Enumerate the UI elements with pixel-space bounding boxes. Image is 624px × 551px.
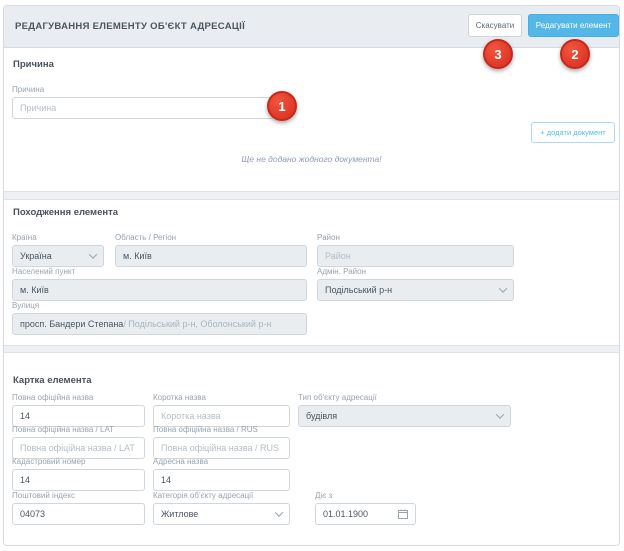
section-divider [4, 345, 619, 353]
address-name-label: Адресна назва [153, 457, 290, 467]
edit-address-object-panel: РЕДАГУВАННЯ ЕЛЕМЕНТУ ОБ'ЄКТ АДРЕСАЦІЇ Ск… [3, 5, 620, 546]
object-category-value: Житлове [161, 509, 198, 519]
street-value: просп. Бандери Степана [20, 319, 123, 329]
valid-from-label: Діє з [315, 491, 416, 501]
full-name-rus-field: Повна офіційна назва / RUS [153, 425, 290, 459]
cancel-button[interactable]: Скасувати [468, 14, 522, 37]
reason-section-heading: Причина [13, 59, 54, 70]
postal-code-input[interactable] [12, 503, 145, 525]
district-label: Район [317, 233, 514, 243]
address-name-field: Адресна назва [153, 457, 290, 491]
region-label: Область / Регіон [115, 233, 307, 243]
country-value: Україна [20, 251, 52, 261]
admin-district-value: Подільський р-н [325, 285, 392, 295]
object-type-select: будівля [298, 405, 511, 427]
short-name-label: Коротка назва [153, 393, 290, 403]
country-field: Країна Україна [12, 233, 104, 267]
district-input: Район [317, 245, 514, 267]
settlement-label: Населений пункт [12, 267, 307, 277]
edit-element-button[interactable]: Редагувати елемент [528, 14, 619, 37]
full-name-lat-label: Повна офіційна назва / LAT [12, 425, 145, 435]
short-name-input[interactable] [153, 405, 290, 427]
short-name-field: Коротка назва [153, 393, 290, 427]
origin-section-heading: Походження елемента [13, 207, 118, 218]
full-name-lat-input[interactable] [12, 437, 145, 459]
section-divider [4, 191, 619, 200]
settlement-input: м. Київ [12, 279, 307, 301]
calendar-icon [398, 509, 408, 519]
object-category-field: Категорія об'єкту адресації Житлове [153, 491, 290, 525]
card-section-heading: Картка елемента [13, 375, 92, 386]
valid-from-field: Діє з 01.01.1900 [315, 491, 416, 525]
full-official-name-input[interactable] [12, 405, 145, 427]
street-value-secondary: / Подільський р-н, Оболонський р-н [123, 319, 271, 329]
no-documents-message: Ще не додано жодного документа! [4, 154, 619, 164]
cadastral-number-input[interactable] [12, 469, 145, 491]
valid-from-value: 01.01.1900 [323, 509, 368, 519]
full-name-rus-label: Повна офіційна назва / RUS [153, 425, 290, 435]
full-official-name-label: Повна офіційна назва [12, 393, 145, 403]
full-name-rus-input[interactable] [153, 437, 290, 459]
panel-header: РЕДАГУВАННЯ ЕЛЕМЕНТУ ОБ'ЄКТ АДРЕСАЦІЇ Ск… [4, 6, 619, 48]
region-input: м. Київ [115, 245, 307, 267]
full-official-name-field: Повна офіційна назва [12, 393, 145, 427]
street-input: просп. Бандери Степана / Подільський р-н… [12, 313, 307, 335]
reason-field: Причина [12, 85, 274, 119]
chevron-down-icon [275, 508, 283, 516]
annotation-step-2-badge: 2 [560, 39, 590, 69]
object-type-label: Тип об'єкту адресації [298, 393, 511, 403]
admin-district-field: Адмін. Район Подільський р-н [317, 267, 514, 301]
country-label: Країна [12, 233, 104, 243]
district-placeholder: Район [325, 251, 351, 261]
street-field: Вулиця просп. Бандери Степана / Подільсь… [12, 301, 307, 335]
district-field: Район Район [317, 233, 514, 267]
object-category-select[interactable]: Житлове [153, 503, 290, 525]
address-name-input[interactable] [153, 469, 290, 491]
settlement-value: м. Київ [20, 285, 49, 295]
add-document-button[interactable]: + додати документ [531, 122, 615, 143]
admin-district-select: Подільський р-н [317, 279, 514, 301]
reason-label: Причина [12, 85, 274, 95]
cadastral-number-label: Кадастровий номер [12, 457, 145, 467]
page-title: РЕДАГУВАННЯ ЕЛЕМЕНТУ ОБ'ЄКТ АДРЕСАЦІЇ [15, 6, 245, 48]
country-select: Україна [12, 245, 104, 267]
full-name-lat-field: Повна офіційна назва / LAT [12, 425, 145, 459]
chevron-down-icon [89, 250, 97, 258]
settlement-field: Населений пункт м. Київ [12, 267, 307, 301]
postal-code-label: Поштовий індекс [12, 491, 145, 501]
street-label: Вулиця [12, 301, 307, 311]
reason-input[interactable] [12, 97, 274, 119]
region-field: Область / Регіон м. Київ [115, 233, 307, 267]
edit-address-object-page: РЕДАГУВАННЯ ЕЛЕМЕНТУ ОБ'ЄКТ АДРЕСАЦІЇ Ск… [0, 0, 624, 551]
annotation-step-1-badge: 1 [267, 91, 297, 121]
object-type-value: будівля [306, 411, 337, 421]
region-value: м. Київ [123, 251, 152, 261]
annotation-step-3-badge: 3 [483, 39, 513, 69]
admin-district-label: Адмін. Район [317, 267, 514, 277]
chevron-down-icon [499, 284, 507, 292]
cadastral-number-field: Кадастровий номер [12, 457, 145, 491]
postal-code-field: Поштовий індекс [12, 491, 145, 525]
object-type-field: Тип об'єкту адресації будівля [298, 393, 511, 427]
object-category-label: Категорія об'єкту адресації [153, 491, 290, 501]
chevron-down-icon [496, 410, 504, 418]
valid-from-date-input[interactable]: 01.01.1900 [315, 503, 416, 525]
